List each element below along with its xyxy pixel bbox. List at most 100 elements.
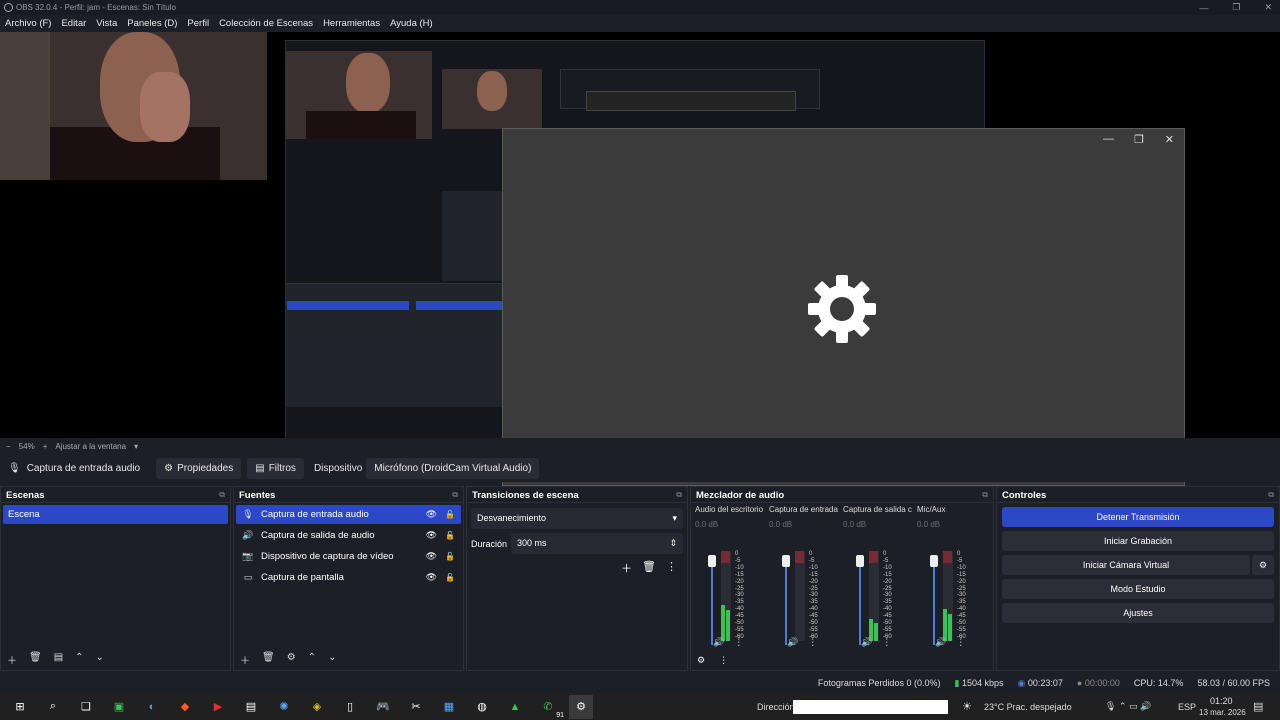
app-icon[interactable]: ▦ [437,695,461,719]
trash-icon[interactable]: 🗑 [29,652,42,667]
trash-icon[interactable]: 🗑 [262,652,275,667]
file-icon[interactable]: ▯ [338,695,362,719]
undock-icon[interactable]: ⧉ [982,490,988,499]
eye-icon[interactable]: 👁 [426,572,437,583]
more-icon[interactable]: ⋮ [956,637,965,648]
close-button[interactable]: ✕ [1264,2,1272,13]
minimize-button[interactable]: — [1199,3,1208,13]
speaker-icon[interactable]: 🔊 [861,637,872,648]
more-icon[interactable]: ⋮ [882,637,891,648]
menu-ayuda[interactable]: Ayuda (H) [390,18,433,29]
add-icon[interactable]: ＋ [240,652,250,667]
speaker-icon[interactable]: 🔊 [787,637,798,648]
properties-button[interactable]: ⚙ Propiedades [156,457,242,479]
volume-fader[interactable] [782,555,790,645]
zoom-out-button[interactable]: − [6,442,11,451]
down-icon[interactable]: ⌄ [96,652,104,667]
app-icon[interactable]: ✺ [272,695,296,719]
loader-minimize-button[interactable]: — [1103,133,1114,145]
add-icon[interactable]: ＋ [621,560,632,576]
menu-vista[interactable]: Vista [96,18,117,29]
minecraft-icon[interactable]: ▣ [107,695,131,719]
address-input[interactable] [793,700,948,714]
android-icon[interactable]: ▲ [503,695,527,719]
clock-date[interactable]: 13 mar. 2026 [1199,708,1246,717]
volume-fader[interactable] [708,555,716,645]
menu-herramientas[interactable]: Herramientas [323,18,380,29]
zoom-in-button[interactable]: + [43,442,48,451]
brave-icon[interactable]: ◆ [173,695,197,719]
source-item[interactable]: 🎙 Captura de entrada audio 👁 🔓 [236,505,461,524]
gamepad-icon[interactable]: 🎮 [371,695,395,719]
menu-editar[interactable]: Editar [61,18,86,29]
capcut-icon[interactable]: ✂ [404,695,428,719]
task-view-icon[interactable]: ❏ [74,695,98,719]
volume-fader[interactable] [930,555,938,645]
youtube-icon[interactable]: ▶ [206,695,230,719]
stepper-icon[interactable]: ⇕ [669,538,677,549]
search-icon[interactable]: ⌕ [41,695,65,719]
volume-fader[interactable] [856,555,864,645]
stop-stream-button[interactable]: Detener Transmisión [1002,507,1274,527]
up-icon[interactable]: ⌃ [75,652,83,667]
studio-mode-button[interactable]: Modo Estudio [1002,579,1274,599]
lock-icon[interactable]: 🔓 [445,510,455,519]
lock-icon[interactable]: 🔓 [445,531,455,540]
start-record-button[interactable]: Iniciar Grabación [1002,531,1274,551]
maximize-button[interactable]: ❐ [1232,2,1240,13]
eye-icon[interactable]: 👁 [426,551,437,562]
mixer-settings-icon[interactable]: ⚙ [697,655,705,666]
undock-icon[interactable]: ⧉ [1268,490,1274,499]
menu-perfil[interactable]: Perfil [187,18,209,29]
filter-icon[interactable]: ▤ [54,652,63,667]
eye-icon[interactable]: 👁 [426,530,437,541]
app-icon[interactable]: ▤ [239,695,263,719]
app-icon[interactable]: ◈ [305,695,329,719]
settings-button[interactable]: Ajustes [1002,603,1274,623]
zoom-level[interactable]: 54% [19,442,35,451]
notification-icon[interactable]: ▤ [1253,700,1263,713]
menu-archivo[interactable]: Archivo (F) [5,18,51,29]
speaker-icon[interactable]: 🔊 [935,637,946,648]
eye-icon[interactable]: 👁 [426,509,437,520]
duration-input[interactable]: 300 ms ⇕ [511,533,683,554]
device-select[interactable]: Micrófono (DroidCam Virtual Audio) [366,457,540,479]
more-icon[interactable]: ⋮ [808,637,817,648]
lock-icon[interactable]: 🔓 [445,573,455,582]
up-icon[interactable]: ⌃ [308,652,316,667]
clock-time[interactable]: 01:20 [1210,696,1233,706]
trash-icon[interactable]: 🗑 [642,560,656,576]
whatsapp-icon[interactable]: ✆ 91 [536,695,564,719]
loader-close-button[interactable]: ✕ [1165,133,1174,146]
tray-icons[interactable]: 🎙 ⌃ ▭ 🔊 [1105,701,1151,712]
source-item[interactable]: ▭ Captura de pantalla 👁 🔓 [236,568,461,587]
undock-icon[interactable]: ⧉ [676,490,682,499]
undock-icon[interactable]: ⧉ [452,490,458,499]
edge-icon[interactable]: ◐ [140,695,164,719]
fit-window-label[interactable]: Ajustar a la ventana [55,442,126,451]
settings-gear-icon[interactable]: ⚙ [569,694,593,719]
filters-button[interactable]: ▤ Filtros [247,457,304,479]
transition-select[interactable]: Desvanecimiento ▾ [471,508,683,529]
undock-icon[interactable]: ⧉ [219,490,225,499]
menu-coleccion[interactable]: Colección de Escenas [219,18,313,29]
more-icon[interactable]: ⋮ [666,560,677,576]
speaker-icon[interactable]: 🔊 [713,637,724,648]
loader-maximize-button[interactable]: ❐ [1134,133,1144,146]
lang-indicator[interactable]: ESP [1178,702,1196,712]
source-item[interactable]: 📷 Dispositivo de captura de vídeo 👁 🔓 [236,547,461,566]
more-icon[interactable]: ⋮ [734,637,743,648]
source-item[interactable]: 🔊 Captura de salida de audio 👁 🔓 [236,526,461,545]
down-icon[interactable]: ⌄ [328,652,336,667]
start-virtual-cam-button[interactable]: Iniciar Cámara Virtual [1002,555,1250,575]
chevron-down-icon[interactable]: ▾ [134,442,138,451]
more-icon[interactable]: ⋮ [719,655,728,666]
gear-icon[interactable]: ⚙ [1252,555,1274,575]
lock-icon[interactable]: 🔓 [445,552,455,561]
add-icon[interactable]: ＋ [7,652,17,667]
gear-icon[interactable]: ⚙ [287,652,296,667]
obs-icon[interactable]: ◍ [470,695,494,719]
windows-start-icon[interactable]: ⊞ [8,695,32,719]
menu-paneles[interactable]: Paneles (D) [127,18,177,29]
scene-item[interactable]: Escena [3,505,228,524]
